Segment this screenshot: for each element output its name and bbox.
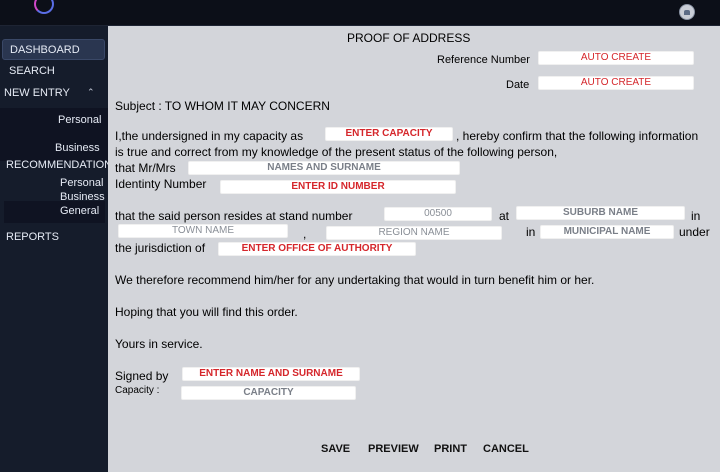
yours-in-service-text: Yours in service. [115,337,203,351]
id-number-input[interactable]: ENTER ID NUMBER [220,180,456,194]
names-surname-input[interactable]: NAMES AND SURNAME [188,161,460,175]
nav-reports[interactable]: REPORTS [6,231,59,243]
capacity-sentence-end: , hereby confirm that the following info… [456,129,699,143]
user-avatar-icon[interactable] [679,4,695,20]
region-input[interactable]: REGION NAME [326,226,502,240]
in-label-2: in [526,225,536,239]
top-bar [0,0,720,26]
suburb-input[interactable]: SUBURB NAME [516,206,685,220]
capacity-label: Capacity : [115,385,160,396]
subject-line: Subject : TO WHOM IT MAY CONCERN [115,99,330,113]
municipal-input[interactable]: MUNICIPAL NAME [540,225,674,239]
capacity-sentence-start: I,the undersigned in my capacity as [115,129,304,143]
proof-of-address-form: PROOF OF ADDRESS Reference Number AUTO C… [108,26,720,472]
nav-rec-general[interactable]: General [60,205,99,217]
sidebar: DASHBOARD SEARCH NEW ENTRY ⌃ Personal Bu… [0,26,119,472]
jurisdiction-label: the jurisdiction of [115,241,206,255]
nav-dashboard[interactable]: DASHBOARD [2,39,105,60]
mr-mrs-label: that Mr/Mrs [115,161,176,175]
nav-new-entry-business[interactable]: Business [55,142,100,154]
print-button[interactable]: PRINT [434,443,467,455]
confirmation-line: is true and correct from my knowledge of… [115,145,558,159]
signed-capacity-input[interactable]: CAPACITY [181,386,356,400]
date-field[interactable]: AUTO CREATE [538,76,694,90]
preview-button[interactable]: PREVIEW [368,443,419,455]
nav-search[interactable]: SEARCH [2,61,105,82]
under-label: under [679,225,710,239]
nav-new-entry[interactable]: NEW ENTRY [4,87,70,99]
comma-separator: , [303,227,307,241]
at-label: at [499,209,510,223]
save-button[interactable]: SAVE [321,443,350,455]
signed-by-label: Signed by [115,369,169,383]
nav-rec-personal[interactable]: Personal [60,177,103,189]
cancel-button[interactable]: CANCEL [483,443,529,455]
nav-recommendations[interactable]: RECOMMENDATIONS [6,159,119,171]
office-of-authority-input[interactable]: ENTER OFFICE OF AUTHORITY [218,242,416,256]
hoping-text: Hoping that you will find this order. [115,305,298,319]
date-label: Date [506,79,530,91]
id-number-label: Identinty Number [115,177,207,191]
nav-rec-business[interactable]: Business [60,191,105,203]
resides-label: that the said person resides at stand nu… [115,209,353,223]
reference-number-label: Reference Number [437,54,530,66]
app-logo-icon [34,0,54,14]
chevron-up-icon[interactable]: ⌃ [87,87,95,98]
reference-number-field[interactable]: AUTO CREATE [538,51,694,65]
page-title: PROOF OF ADDRESS [347,31,471,45]
stand-number-input[interactable]: 00500 [384,207,492,221]
nav-new-entry-group[interactable]: NEW ENTRY ⌃ [0,82,108,105]
signed-name-input[interactable]: ENTER NAME AND SURNAME [182,367,360,381]
town-input[interactable]: TOWN NAME [118,224,288,238]
capacity-input[interactable]: ENTER CAPACITY [325,127,453,141]
recommendation-text: We therefore recommend him/her for any u… [115,273,595,287]
nav-new-entry-personal[interactable]: Personal [58,114,101,126]
in-label-1: in [691,209,701,223]
